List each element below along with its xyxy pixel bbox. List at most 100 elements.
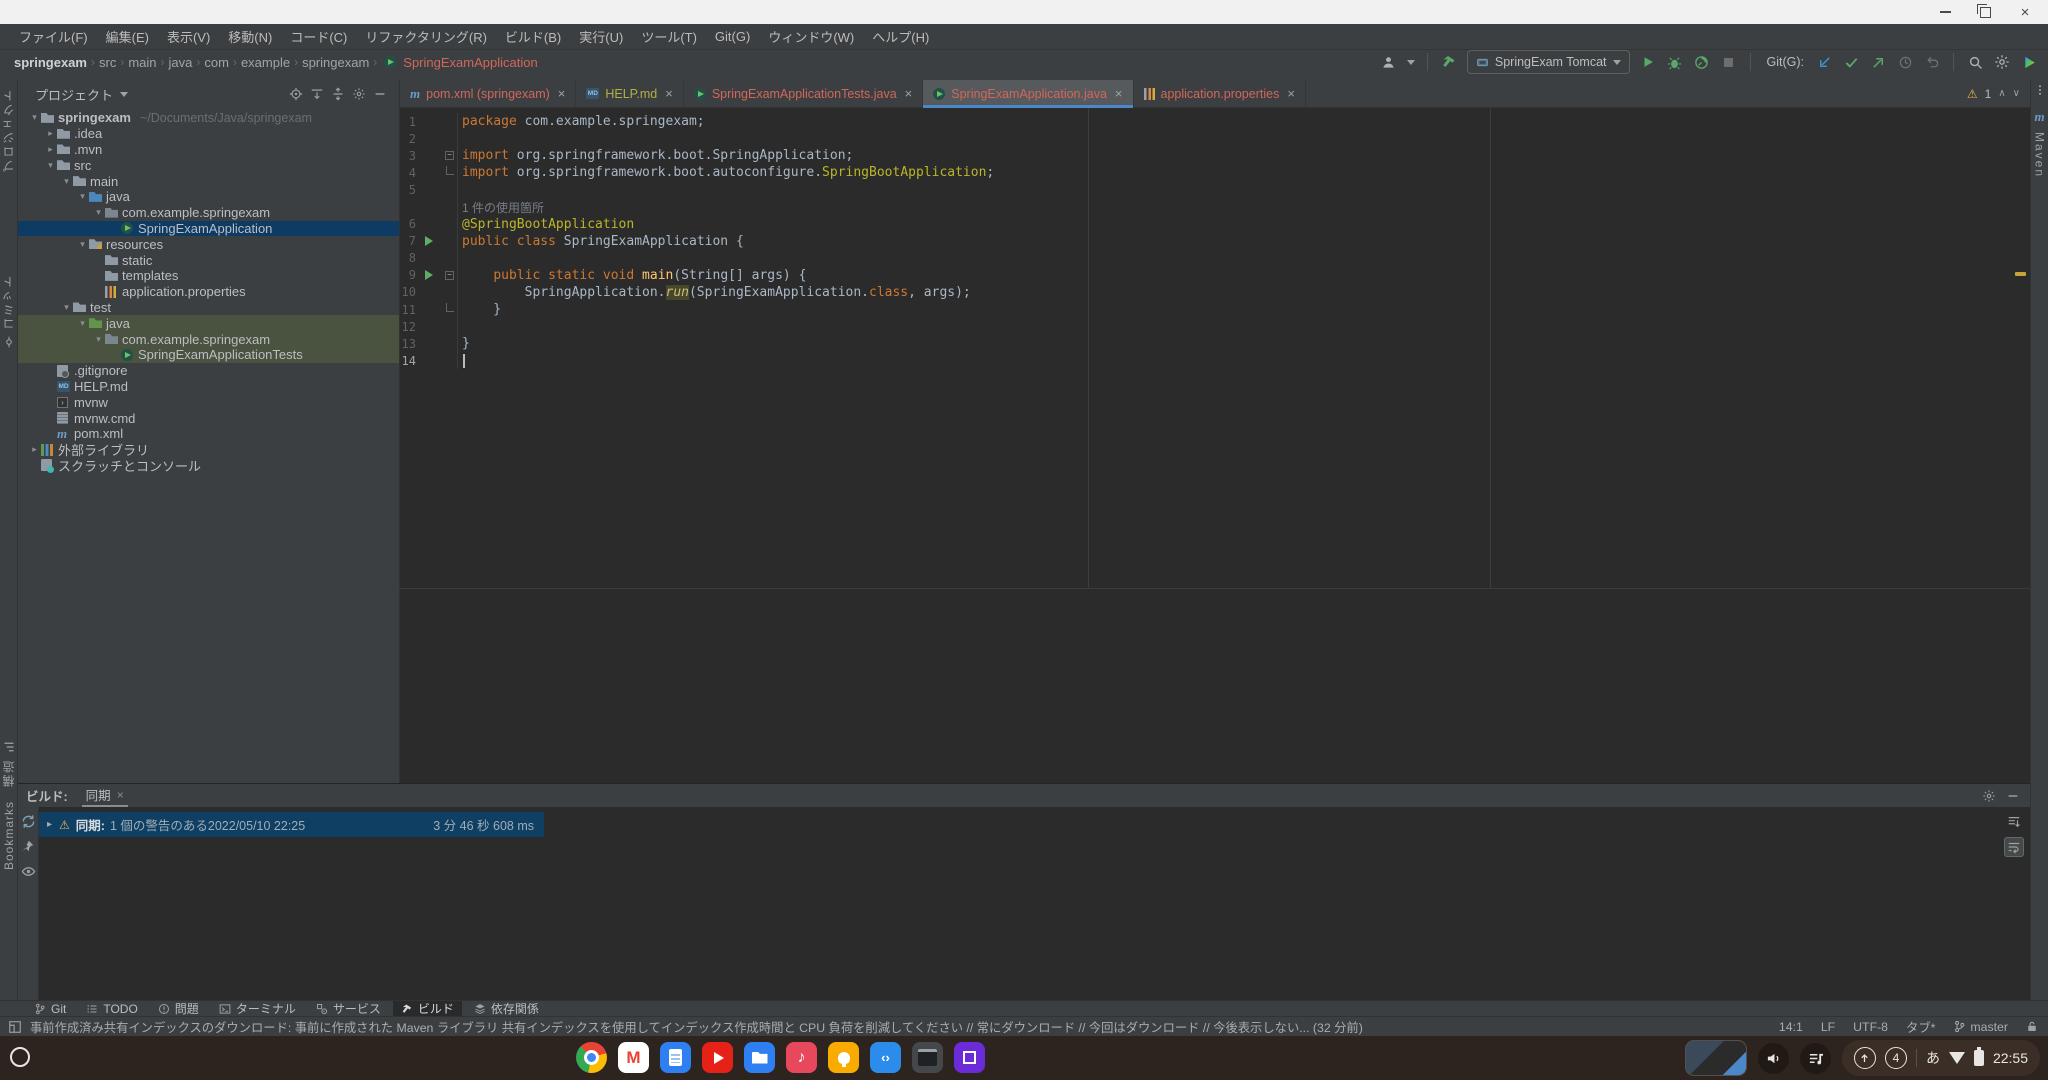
music-app-icon[interactable]: ♪ (786, 1042, 817, 1073)
file-encoding[interactable]: UTF-8 (1853, 1020, 1888, 1034)
tree-item-mvnw.cmd[interactable]: mvnw.cmd (18, 410, 399, 426)
tree-item-java[interactable]: ▾java (18, 315, 399, 331)
run-gutter-icon[interactable] (416, 270, 442, 280)
tool-window-button-terminal[interactable]: ターミナル (211, 1001, 304, 1017)
hide-panel-icon[interactable] (373, 87, 387, 101)
menu-item[interactable]: ファイル(F) (10, 27, 97, 46)
tool-stripe-maven[interactable]: Maven (2033, 132, 2047, 178)
tree-item-application.properties[interactable]: application.properties (18, 284, 399, 300)
menu-item[interactable]: ツール(T) (632, 27, 706, 46)
tree-chevron-icon[interactable]: ▸ (44, 144, 57, 155)
git-commit-button[interactable] (1842, 53, 1860, 71)
tree-chevron-icon[interactable]: ▾ (44, 160, 57, 171)
tool-window-button-problem[interactable]: 問題 (150, 1001, 207, 1017)
maven-stripe-icon[interactable] (2034, 108, 2044, 126)
tab-close-icon[interactable]: × (1287, 86, 1295, 101)
breadcrumb-class[interactable]: SpringExamApplication (403, 55, 537, 70)
commit-stripe-icon[interactable] (3, 336, 15, 348)
minimize-button[interactable] (1936, 5, 1954, 19)
tool-stripe-bookmarks[interactable]: Bookmarks (2, 801, 16, 870)
git-branch-widget[interactable]: master (1953, 1020, 2008, 1034)
project-panel-title[interactable]: プロジェクト (35, 85, 113, 104)
build-settings-gear-icon[interactable] (1982, 789, 1996, 803)
code-line[interactable]: 13} (400, 335, 2030, 352)
tree-item-springexamapplication[interactable]: SpringExamApplication (18, 221, 399, 237)
build-sync-row[interactable]: ▸ ⚠ 同期: 1 個の警告のある2022/05/10 22:25 3 分 46… (39, 812, 544, 837)
tree-chevron-icon[interactable]: ▸ (28, 444, 41, 455)
breadcrumb-item[interactable]: example (241, 55, 290, 70)
code-editor[interactable]: 1package com.example.springexam;23−impor… (400, 108, 2030, 783)
settings-gear-icon[interactable] (1993, 53, 2011, 71)
editor-tab[interactable]: pom.xml (springexam)× (400, 80, 576, 107)
user-dropdown-icon[interactable] (1407, 60, 1415, 65)
write-access-lock-icon[interactable] (2026, 1020, 2038, 1033)
code-line[interactable]: 8 (400, 250, 2030, 267)
tool-stripe-project[interactable]: プロジェクト (0, 88, 17, 172)
tree-chevron-icon[interactable]: ▾ (76, 318, 89, 329)
menu-item[interactable]: 移動(N) (219, 27, 281, 46)
fold-marker-icon[interactable]: − (442, 147, 458, 164)
structure-stripe-icon[interactable] (3, 741, 15, 753)
tree-item-mvnw[interactable]: mvnw (18, 394, 399, 410)
hide-build-panel-icon[interactable] (2006, 789, 2020, 803)
breadcrumb-item[interactable]: src (99, 55, 116, 70)
soft-wrap-icon[interactable] (2004, 837, 2024, 857)
code-line[interactable]: 6@SpringBootApplication (400, 216, 2030, 233)
run-config-selector[interactable]: SpringExam Tomcat (1467, 50, 1630, 74)
restore-button[interactable] (1976, 5, 1994, 19)
keep-app-icon[interactable] (828, 1042, 859, 1073)
status-tray-pill[interactable]: 4 あ 22:55 (1842, 1040, 2040, 1076)
terminal-app-app-icon[interactable] (912, 1042, 943, 1073)
editor-tab[interactable]: application.properties× (1134, 80, 1306, 107)
build-tab-close-icon[interactable]: × (117, 788, 124, 802)
tool-window-button-branch[interactable]: Git (26, 1001, 74, 1017)
pin-icon[interactable] (20, 838, 36, 854)
breadcrumb-item[interactable]: java (169, 55, 193, 70)
tree-item-.mvn[interactable]: ▸.mvn (18, 142, 399, 158)
menu-item[interactable]: リファクタリング(R) (356, 27, 496, 46)
tree-item-src[interactable]: ▾src (18, 157, 399, 173)
menu-item[interactable]: 表示(V) (158, 27, 219, 46)
window-preview-thumbnail[interactable] (1685, 1040, 1747, 1076)
tree-item-main[interactable]: ▾main (18, 173, 399, 189)
prev-warning-icon[interactable]: ∧ (1998, 88, 2005, 99)
locate-file-icon[interactable] (289, 87, 303, 101)
tree-chevron-icon[interactable]: ▾ (60, 302, 73, 313)
editor-tab[interactable]: HELP.md× (576, 80, 683, 107)
tree-chevron-icon[interactable]: ▾ (76, 239, 89, 250)
youtube-app-icon[interactable] (702, 1042, 733, 1073)
media-queue-button[interactable] (1800, 1043, 1831, 1074)
project-view-dropdown-icon[interactable] (120, 92, 128, 97)
vscode-app-icon[interactable]: ‹› (870, 1042, 901, 1073)
tool-window-button-deps[interactable]: 依存関係 (466, 1001, 547, 1017)
code-line[interactable]: 11 } (400, 301, 2030, 318)
code-line[interactable]: 1 件の使用箇所 (400, 198, 2030, 215)
code-line[interactable]: 2 (400, 130, 2030, 147)
profiler-button[interactable] (1693, 53, 1711, 71)
tool-window-button-todo[interactable]: TODO (78, 1001, 145, 1017)
tree-item-springexamapplicationtests[interactable]: SpringExamApplicationTests (18, 347, 399, 363)
tool-window-button-hammer[interactable]: ビルド (393, 1001, 462, 1017)
code-line[interactable]: 1package com.example.springexam; (400, 113, 2030, 130)
breadcrumb-item[interactable]: springexam (14, 55, 87, 70)
docs-app-icon[interactable] (660, 1042, 691, 1073)
files-app-icon[interactable] (744, 1042, 775, 1073)
code-line[interactable]: 10 SpringApplication.run(SpringExamAppli… (400, 284, 2030, 301)
code-line[interactable]: 7public class SpringExamApplication { (400, 233, 2030, 250)
breadcrumb-item[interactable]: main (128, 55, 156, 70)
tree-chevron-icon[interactable]: ▾ (92, 334, 105, 345)
tree-item-.gitignore[interactable]: .gitignore (18, 363, 399, 379)
git-push-button[interactable] (1869, 53, 1887, 71)
chrome-app-icon[interactable] (576, 1042, 607, 1073)
code-line[interactable]: 3−import org.springframework.boot.Spring… (400, 147, 2030, 164)
tree-chevron-icon[interactable]: ▾ (76, 191, 89, 202)
tree-item-com.example.springexam[interactable]: ▾com.example.springexam (18, 331, 399, 347)
editor-tab[interactable]: SpringExamApplicationTests.java× (684, 80, 923, 107)
expand-collapse-icon[interactable] (331, 87, 345, 101)
status-link[interactable]: 今回はダウンロード (1089, 1021, 1200, 1035)
tool-window-button-services[interactable]: サービス (308, 1001, 389, 1017)
line-ending[interactable]: LF (1821, 1020, 1835, 1034)
speaker-button[interactable] (1758, 1043, 1789, 1074)
tab-options-kebab-icon[interactable] (2034, 84, 2046, 96)
status-link[interactable]: 常にダウンロード (977, 1021, 1075, 1035)
